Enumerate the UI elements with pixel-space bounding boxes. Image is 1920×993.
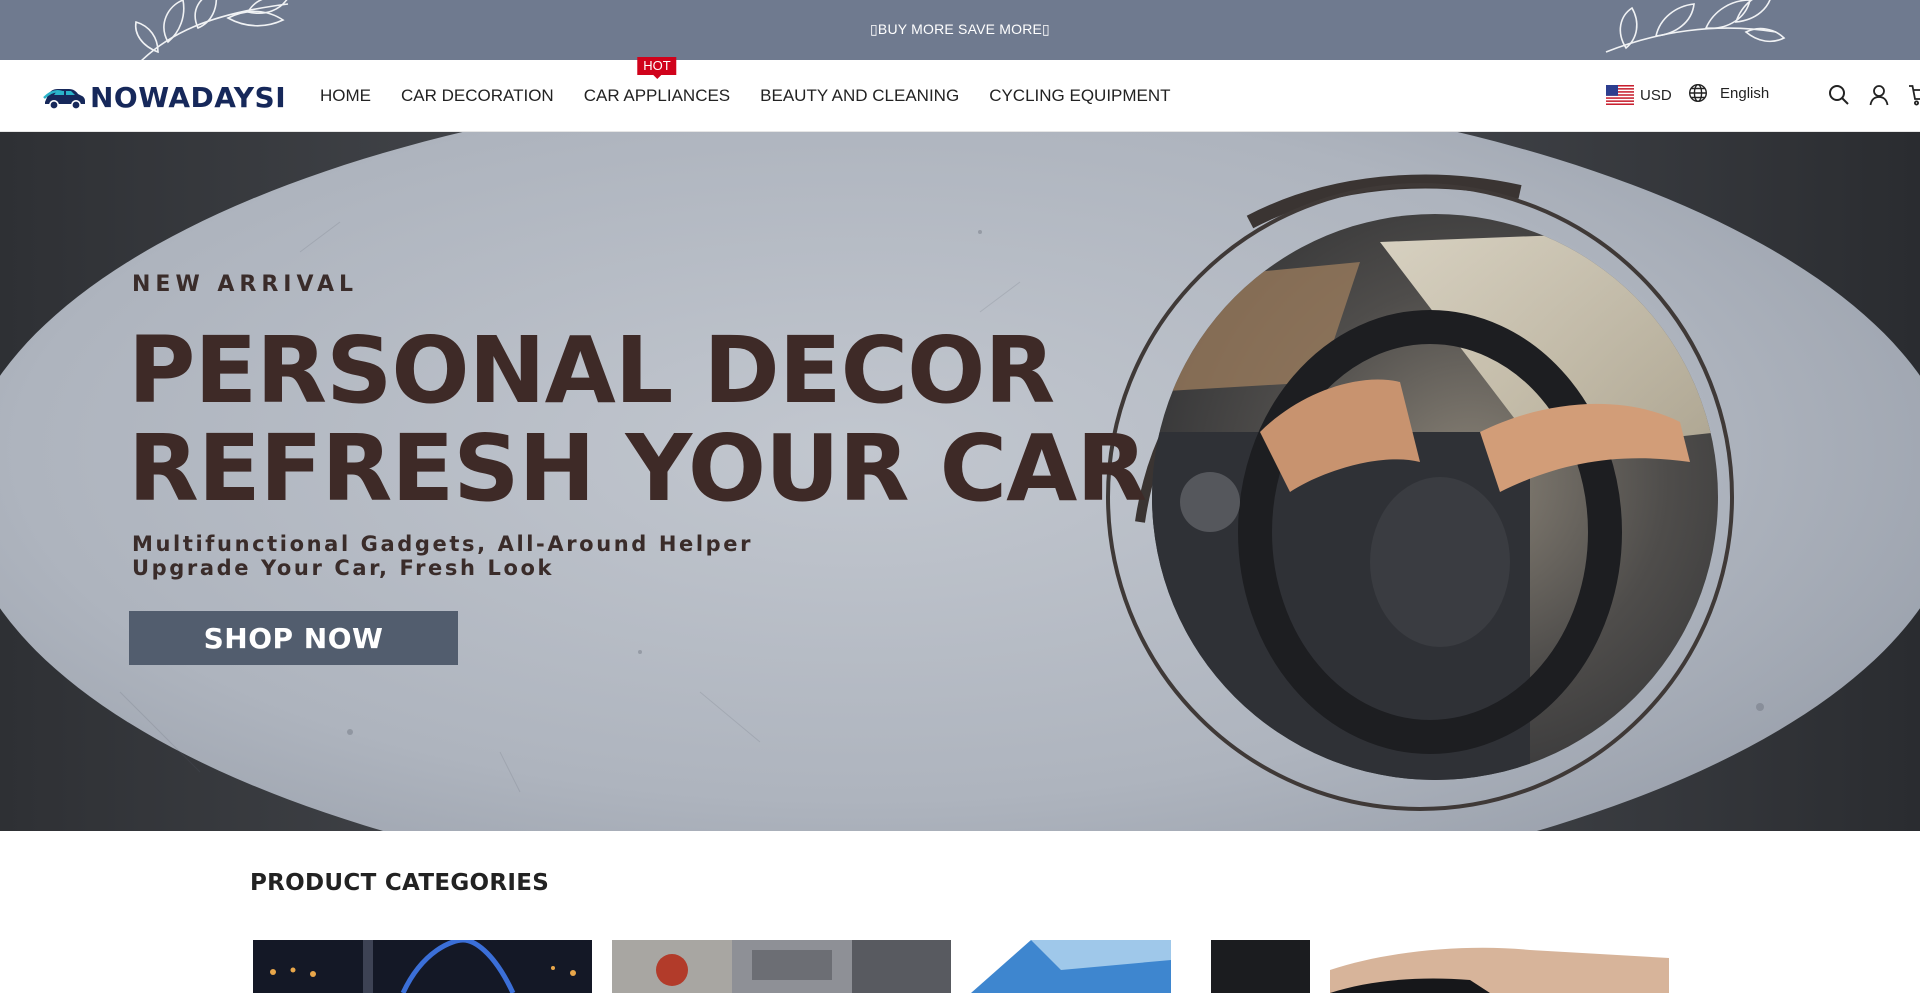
car-window-image [971,940,1310,993]
shop-now-button[interactable]: SHOP NOW [129,611,458,665]
category-card[interactable] [971,940,1310,993]
cart-icon [1909,85,1920,106]
category-card[interactable] [612,940,951,993]
nav-item-cycling-equipment[interactable]: CYCLING EQUIPMENT [989,86,1170,106]
hot-badge: HOT [637,57,677,79]
hero-subtitle: Multifunctional Gadgets, All-Around Help… [132,532,753,580]
hero-subtitle-line: Multifunctional Gadgets, All-Around Help… [132,532,754,556]
city-night-bridge-image [253,940,592,993]
nav-item-label: CAR APPLIANCES [583,86,731,105]
engine-bay-image [612,940,951,993]
nav-item-car-decoration[interactable]: CAR DECORATION [401,86,554,106]
currency-label: USD [1640,86,1672,104]
hand-glove-image [1330,940,1669,993]
hero-headline-line: REFRESH YOUR CAR [128,415,1147,522]
hero-headline: PERSONAL DECOR REFRESH YOUR CAR [128,317,1147,522]
announcement-bar: ▯BUY MORE SAVE MORE▯ [0,0,1920,60]
logo-text: NOWADAYSI [90,80,287,114]
currency-selector[interactable]: USD [1606,85,1672,105]
main-nav: HOME CAR DECORATION HOT CAR APPLIANCES B… [320,57,1201,132]
hero-eyebrow: NEW ARRIVAL [132,272,359,297]
search-button[interactable] [1826,82,1852,108]
nav-item-car-appliances[interactable]: HOT CAR APPLIANCES [583,57,731,106]
us-flag-icon [1606,85,1634,105]
cart-button[interactable] [1906,82,1920,108]
hero-banner: NEW ARRIVAL PERSONAL DECOR REFRESH YOUR … [0,132,1920,831]
header-tools: USD English [1580,60,1920,132]
leaf-decoration-icon [1605,0,1786,53]
account-icon [1869,85,1889,106]
globe-icon [1688,83,1708,103]
car-logo-icon [43,89,85,110]
section-title: PRODUCT CATEGORIES [250,870,550,896]
category-grid [253,940,1669,993]
hero-headline-line: PERSONAL DECOR [128,317,1055,424]
language-selector[interactable]: English [1688,83,1769,103]
nav-item-beauty-and-cleaning[interactable]: BEAUTY AND CLEANING [760,86,959,106]
language-label: English [1720,84,1770,102]
hero-subtitle-line: Upgrade Your Car, Fresh Look [132,556,555,580]
nav-item-home[interactable]: HOME [320,86,371,106]
logo[interactable]: NOWADAYSI [42,80,286,114]
category-card[interactable] [253,940,592,993]
search-icon [1829,85,1849,105]
category-card[interactable] [1330,940,1669,993]
account-button[interactable] [1866,82,1892,108]
site-header: NOWADAYSI HOME CAR DECORATION HOT CAR AP… [0,57,1920,132]
